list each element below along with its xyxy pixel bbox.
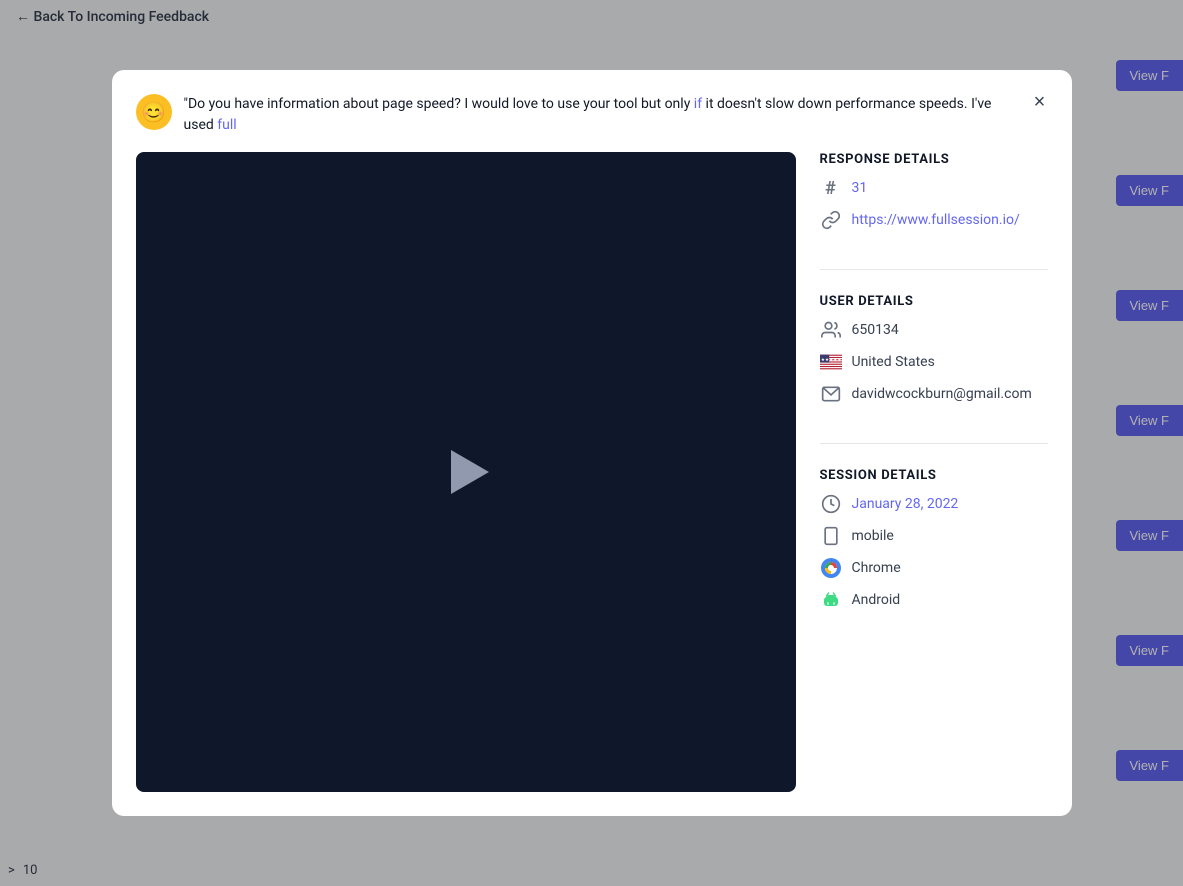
response-id[interactable]: 31 [852,180,868,196]
highlight-if: if [694,96,702,112]
feedback-text: "Do you have information about page spee… [184,94,1008,136]
session-os-row: Android [820,589,1048,611]
session-browser: Chrome [852,560,901,576]
mobile-icon [820,525,842,547]
android-icon [820,589,842,611]
close-button[interactable]: × [1024,86,1056,118]
users-icon [820,319,842,341]
user-country-row: ★★★★★★ United States [820,351,1048,373]
play-button[interactable] [436,442,496,502]
play-triangle-icon [451,450,489,494]
user-details-title: USER DETAILS [820,294,1048,309]
highlight-full: full [217,117,236,133]
user-email-row: davidwcockburn@gmail.com [820,383,1048,405]
session-details-section: SESSION DETAILS January 28, 2022 [820,468,1048,621]
session-date-row: January 28, 2022 [820,493,1048,515]
video-player[interactable] [136,152,796,792]
user-country: United States [852,354,935,370]
session-device: mobile [852,528,894,544]
email-icon [820,383,842,405]
chrome-icon [820,557,842,579]
session-details-title: SESSION DETAILS [820,468,1048,483]
modal-body: RESPONSE DETAILS # 31 https://www.fulls [136,152,1048,792]
session-device-row: mobile [820,525,1048,547]
hash-icon: # [820,177,842,199]
response-url[interactable]: https://www.fullsession.io/ [852,212,1020,228]
user-details-section: USER DETAILS 650134 [820,294,1048,415]
flag-icon: ★★★★★★ [820,351,842,373]
link-icon [820,209,842,231]
response-details-title: RESPONSE DETAILS [820,152,1048,167]
avatar: 😊 [136,94,172,130]
session-date[interactable]: January 28, 2022 [852,496,959,512]
divider-1 [820,269,1048,270]
user-email: davidwcockburn@gmail.com [852,386,1032,402]
divider-2 [820,443,1048,444]
clock-icon [820,493,842,515]
response-url-row: https://www.fullsession.io/ [820,209,1048,231]
modal-dialog: × 😊 "Do you have information about page … [112,70,1072,816]
modal-overlay: × 😊 "Do you have information about page … [0,0,1183,886]
modal-top: 😊 "Do you have information about page sp… [136,94,1048,136]
details-panel: RESPONSE DETAILS # 31 https://www.fulls [820,152,1048,792]
user-id-row: 650134 [820,319,1048,341]
session-os: Android [852,592,901,608]
response-details-section: RESPONSE DETAILS # 31 https://www.fulls [820,152,1048,241]
response-id-row: # 31 [820,177,1048,199]
user-id: 650134 [852,322,899,338]
session-browser-row: Chrome [820,557,1048,579]
svg-text:★★★★★★: ★★★★★★ [820,357,841,363]
